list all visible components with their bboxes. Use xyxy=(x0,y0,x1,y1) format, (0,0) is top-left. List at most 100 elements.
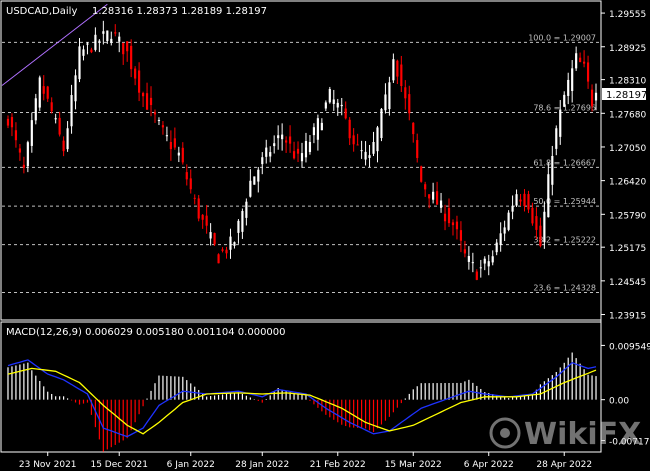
bear-candle xyxy=(18,148,21,153)
bull-candle xyxy=(495,242,498,253)
ohlc-label: 1.28316 1.28373 1.28189 1.28197 xyxy=(92,6,267,17)
bull-candle xyxy=(376,127,379,152)
bear-candle xyxy=(6,118,10,126)
bull-candle xyxy=(316,118,319,140)
bull-candle xyxy=(102,31,105,34)
bear-candle xyxy=(50,102,53,112)
bull-candle xyxy=(265,147,268,157)
bull-candle xyxy=(257,169,260,182)
bull-candle xyxy=(555,128,558,149)
time-tick-label: 15 Dec 2021 xyxy=(90,460,148,470)
bear-candle xyxy=(451,222,455,226)
bear-candle xyxy=(185,172,188,180)
bear-candle xyxy=(181,147,184,163)
chart-window[interactable]: 100.0 = 1.2900778.6 = 1.2769661.8 = 1.26… xyxy=(0,0,650,471)
bull-candle xyxy=(165,135,169,137)
bull-candle xyxy=(336,102,339,108)
bull-candle xyxy=(98,40,101,42)
time-tick-label: 15 Mar 2022 xyxy=(385,460,442,470)
bull-candle xyxy=(78,46,81,80)
bear-candle xyxy=(590,89,594,107)
time-axis: 23 Nov 2021 15 Dec 2021 6 Jan 2022 28 Jan 2… xyxy=(19,452,592,470)
bull-candle xyxy=(507,212,510,230)
bull-candle xyxy=(304,140,308,158)
bull-candle xyxy=(332,99,335,104)
fib-level-label: 50.0 = 1.25944 xyxy=(533,197,596,206)
bull-candle xyxy=(575,53,578,69)
price-tick-label: 1.24545 xyxy=(609,278,646,288)
price-tick-label: 1.28925 xyxy=(609,44,646,54)
bear-candle xyxy=(153,112,157,115)
bull-candle xyxy=(384,94,387,111)
bear-candle xyxy=(463,249,466,254)
bear-candle xyxy=(523,193,526,207)
bull-candle xyxy=(388,82,391,110)
bear-candle xyxy=(42,86,45,94)
wikifx-logo-icon xyxy=(489,417,521,449)
price-tick-label: 1.27050 xyxy=(609,144,646,154)
bull-candle xyxy=(110,38,113,43)
bull-candle xyxy=(118,36,121,42)
bear-candle xyxy=(435,191,439,205)
bull-candle xyxy=(261,157,264,165)
bear-candle xyxy=(396,60,399,77)
bull-candle xyxy=(241,210,244,232)
bull-candle xyxy=(300,153,304,162)
bull-candle xyxy=(157,119,161,121)
bull-candle xyxy=(308,141,312,152)
bear-candle xyxy=(292,151,296,159)
bear-candle xyxy=(586,62,590,82)
bear-candle xyxy=(141,92,145,97)
bear-candle xyxy=(583,61,586,64)
bull-candle xyxy=(269,152,272,157)
macd-panel-frame xyxy=(0,321,602,453)
macd-title: MACD(12,26,9) 0.006029 0.005180 0.001104… xyxy=(6,327,286,338)
bull-candle xyxy=(277,135,280,139)
price-tick-label: 1.29555 xyxy=(609,10,646,20)
bull-candle xyxy=(439,200,443,208)
bear-candle xyxy=(455,221,459,230)
bull-candle xyxy=(571,68,574,92)
bear-candle xyxy=(134,68,137,79)
bear-candle xyxy=(519,199,522,202)
bull-candle xyxy=(499,233,502,246)
bear-candle xyxy=(201,214,204,220)
bear-candle xyxy=(197,198,200,219)
price-tick-label: 1.23915 xyxy=(609,312,646,322)
bear-candle xyxy=(416,140,419,158)
price-tick-label: 1.28310 xyxy=(609,77,646,87)
bear-candle xyxy=(404,87,407,99)
fibonacci-levels[interactable]: 100.0 = 1.2900778.6 = 1.2769661.8 = 1.26… xyxy=(2,33,600,293)
bear-candle xyxy=(14,130,18,141)
bull-candle xyxy=(38,77,41,108)
bear-candle xyxy=(114,32,117,34)
bull-candle xyxy=(543,211,546,243)
time-tick-label: 23 Nov 2021 xyxy=(19,460,77,470)
bear-candle xyxy=(420,166,423,182)
bull-candle xyxy=(26,142,29,167)
bull-candle xyxy=(360,150,363,152)
macd-tick-label: 0.00 xyxy=(609,397,629,407)
bear-candle xyxy=(285,140,288,143)
fib-level-label: 23.6 = 1.24328 xyxy=(533,283,596,292)
bull-candle xyxy=(471,262,474,264)
bull-candle xyxy=(511,205,514,212)
bear-candle xyxy=(90,49,93,53)
bull-candle xyxy=(372,141,375,154)
time-tick-label: 28 Apr 2022 xyxy=(536,460,592,470)
bear-candle xyxy=(400,64,403,87)
bear-candle xyxy=(475,271,478,280)
bear-candle xyxy=(447,208,451,224)
watermark-text: WikiFX xyxy=(524,417,641,452)
current-price-label: 1.28197 xyxy=(606,90,647,101)
bear-candle xyxy=(535,216,538,230)
time-tick-label: 28 Jan 2022 xyxy=(235,460,289,470)
bear-candle xyxy=(189,178,192,190)
bear-candle xyxy=(348,119,351,139)
bull-candle xyxy=(209,232,212,239)
bull-candle xyxy=(70,95,73,127)
bull-candle xyxy=(324,102,327,109)
bear-candle xyxy=(130,45,133,70)
bull-candle xyxy=(177,152,180,156)
bull-candle xyxy=(273,143,276,147)
